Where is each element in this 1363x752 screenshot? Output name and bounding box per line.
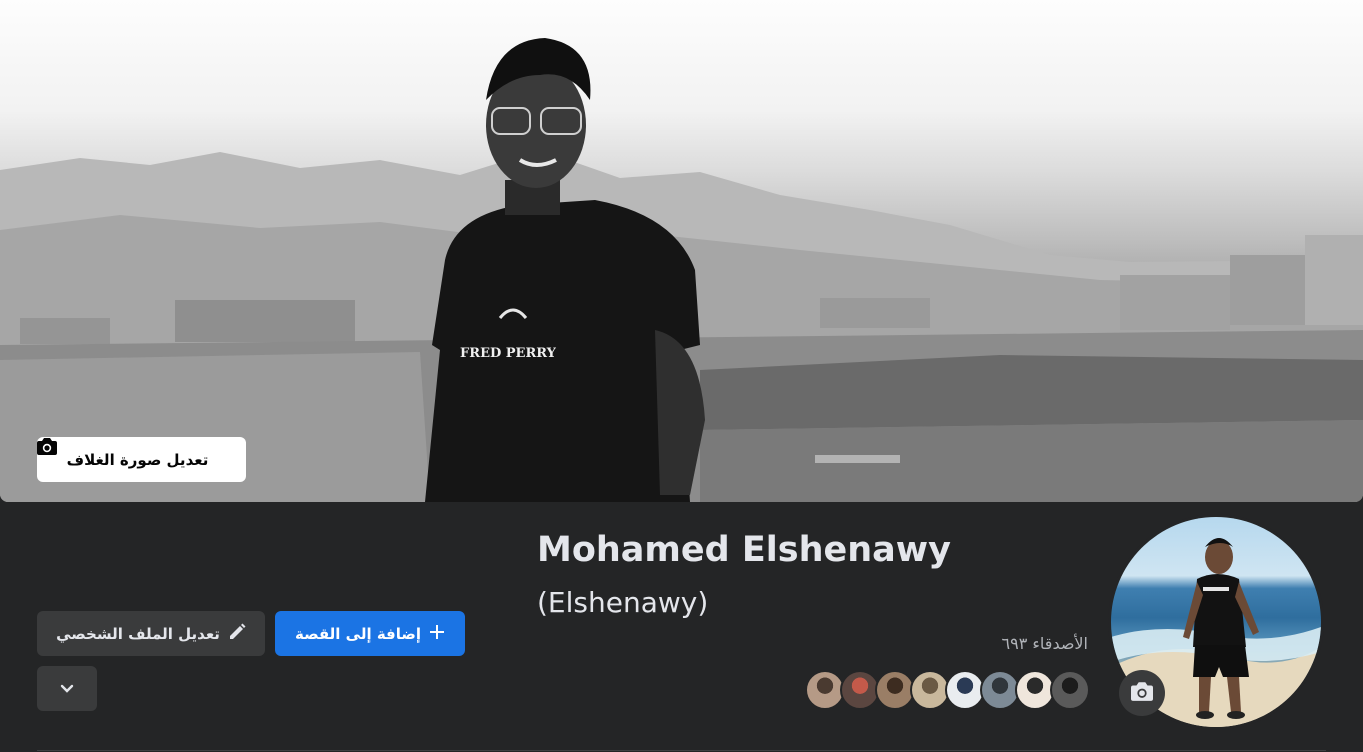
edit-profile-label: تعديل الملف الشخصي (56, 624, 220, 643)
friend-avatar[interactable] (1015, 670, 1055, 710)
friend-avatar[interactable] (980, 670, 1020, 710)
friends-count-link[interactable]: الأصدقاء ٦٩٣ (1002, 634, 1088, 653)
add-to-story-button[interactable]: إضافة إلى القصة (275, 611, 465, 656)
more-options-button[interactable] (37, 666, 97, 711)
shirt-logo-text: FRED PERRY (460, 346, 557, 361)
friend-avatar[interactable] (1050, 670, 1090, 710)
friend-avatar[interactable] (840, 670, 880, 710)
friend-avatar[interactable] (805, 670, 845, 710)
friend-avatar[interactable] (875, 670, 915, 710)
edit-cover-photo-button[interactable]: تعديل صورة الغلاف (37, 437, 246, 482)
edit-profile-button[interactable]: تعديل الملف الشخصي (37, 611, 265, 656)
cover-photo: FRED PERRY تعديل صورة الغلاف (0, 0, 1363, 502)
edit-cover-photo-label: تعديل صورة الغلاف (66, 450, 209, 469)
friend-avatar-stack[interactable] (805, 670, 1090, 712)
profile-alternate-name: (Elshenawy) (537, 586, 709, 619)
add-to-story-label: إضافة إلى القصة (294, 624, 422, 643)
friend-avatar[interactable] (945, 670, 985, 710)
camera-icon (1131, 681, 1153, 705)
pencil-icon (228, 623, 246, 645)
update-profile-picture-button[interactable] (1119, 670, 1165, 716)
friend-avatar[interactable] (910, 670, 950, 710)
header-divider (37, 750, 1326, 751)
plus-icon (429, 624, 445, 644)
cover-photo-scene: FRED PERRY (0, 38, 1363, 502)
profile-name: Mohamed Elshenawy (537, 530, 951, 570)
chevron-down-icon (60, 679, 74, 698)
